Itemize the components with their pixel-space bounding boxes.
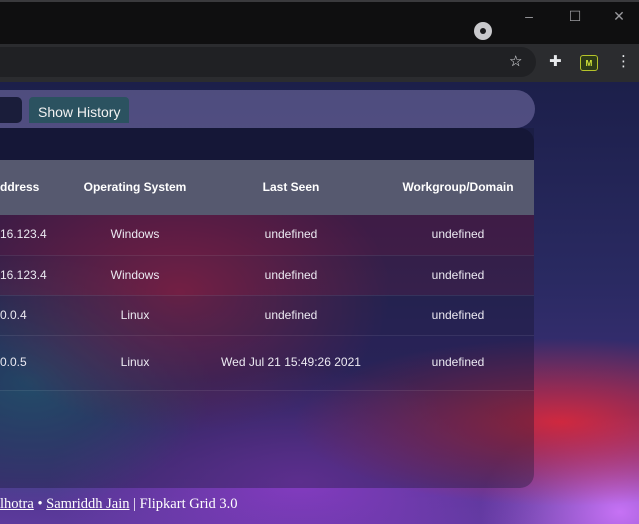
- bookmark-star-icon[interactable]: ☆: [509, 52, 522, 72]
- cell-workgroup: undefined: [431, 267, 485, 282]
- cell-last-seen: Wed Jul 21 15:49:26 2021: [221, 355, 361, 369]
- column-header-last-seen: Last Seen: [262, 180, 320, 194]
- page-viewport: Show History ddress Operating System Las…: [0, 82, 639, 524]
- devices-table: ddress Operating System Last Seen Workgr…: [0, 160, 534, 391]
- column-header-workgroup: Workgroup/Domain: [402, 180, 514, 194]
- browser-titlebar: – ☐ ✕: [0, 0, 639, 44]
- cell-os: Windows: [110, 267, 160, 282]
- cell-last-seen: undefined: [264, 267, 318, 282]
- table-header-row: ddress Operating System Last Seen Workgr…: [0, 160, 534, 215]
- close-window-button[interactable]: ✕: [607, 8, 631, 25]
- cell-workgroup: undefined: [431, 355, 485, 369]
- cell-os: Linux: [120, 355, 150, 369]
- minimize-button[interactable]: –: [517, 8, 541, 24]
- maximize-button[interactable]: ☐: [563, 8, 587, 25]
- author-link-samriddh-jain[interactable]: Samriddh Jain: [46, 496, 129, 512]
- cell-os: Linux: [120, 307, 150, 322]
- browser-menu-icon[interactable]: ⋮: [616, 52, 631, 72]
- ip-input[interactable]: [0, 97, 22, 123]
- extension-icon[interactable]: M: [580, 55, 598, 71]
- table-row: 16.123.4 Windows undefined undefined: [0, 215, 534, 255]
- cell-os: Windows: [110, 227, 160, 242]
- table-row: 0.0.4 Linux undefined undefined: [0, 295, 534, 335]
- footer-credit: | Flipkart Grid 3.0: [129, 496, 238, 512]
- cell-workgroup: undefined: [431, 307, 485, 322]
- results-panel: ddress Operating System Last Seen Workgr…: [0, 128, 534, 488]
- column-header-os: Operating System: [83, 180, 187, 194]
- table-row: 16.123.4 Windows undefined undefined: [0, 255, 534, 295]
- cell-address: 0.0.4: [0, 307, 27, 322]
- cell-address: 0.0.5: [0, 355, 27, 369]
- results-panel-header: [0, 128, 534, 160]
- table-row: 0.0.5 Linux Wed Jul 21 15:49:26 2021 und…: [0, 335, 534, 390]
- cell-address: 16.123.4: [0, 227, 47, 242]
- show-history-button[interactable]: Show History: [29, 97, 130, 123]
- footer-separator: •: [33, 496, 47, 512]
- column-header-address: ddress: [0, 180, 40, 194]
- search-bar-panel: Show History: [0, 90, 535, 128]
- page-footer: lhotra • Samriddh Jain | Flipkart Grid 3…: [0, 496, 238, 513]
- cell-workgroup: undefined: [431, 227, 485, 242]
- extensions-puzzle-icon[interactable]: ✚: [549, 52, 562, 72]
- author-link-1[interactable]: lhotra: [0, 496, 34, 512]
- address-bar[interactable]: [0, 47, 536, 77]
- browser-toolbar: [0, 44, 639, 82]
- cell-address: 16.123.4: [0, 267, 47, 282]
- cell-last-seen: undefined: [264, 227, 318, 242]
- cell-last-seen: undefined: [264, 307, 318, 322]
- profile-icon[interactable]: [474, 22, 492, 40]
